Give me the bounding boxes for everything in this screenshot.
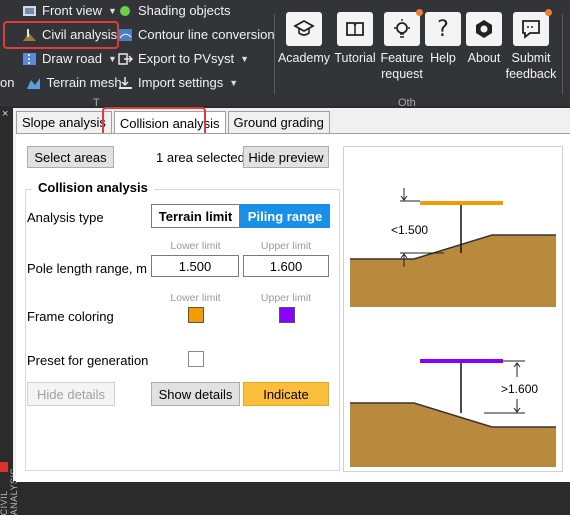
arrow-up-icon [513,362,521,377]
terrain-shape [350,235,556,307]
submit-feedback-label: Submit feedback [504,50,558,82]
front-view-button[interactable]: Front view ▼ [22,3,117,18]
upper-limit-frame [420,359,503,363]
hide-details-button[interactable]: Hide details [27,382,115,406]
lower-color-swatch[interactable] [188,307,204,323]
preview-area: <1.500 >1.600 [343,146,563,472]
upper-color-swatch[interactable] [279,307,295,323]
collision-analysis-group [25,189,340,471]
tutorial-label: Tutorial [334,51,376,65]
tab-ground-grading[interactable]: Ground grading [227,111,330,133]
chevron-down-icon: ▼ [229,77,239,88]
cut-off-label: on [0,75,15,90]
feature-request-line2: request [381,67,423,81]
contour-line-button[interactable]: Contour line conversion [118,27,275,42]
tab-slope-analysis[interactable]: Slope analysis [16,111,112,133]
side-panel-strip: × CIVIL ANALYSIS [0,106,19,515]
draw-road-icon [22,52,37,66]
upper-limit-caption: Upper limit [260,240,312,252]
notification-badge [416,9,423,16]
chevron-down-icon: ▼ [107,53,117,64]
terrain-mesh-button[interactable]: on Terrain mesh [0,75,122,90]
pole-upper-limit-input[interactable]: 1.600 [243,255,329,277]
academy-label: Academy [277,51,331,65]
arrow-down-icon [400,188,408,201]
notification-badge [545,9,552,16]
bulb-icon [394,19,410,38]
question-icon: ? [437,16,449,42]
feature-request-button[interactable] [384,12,420,46]
ribbon-divider [562,14,563,94]
import-icon [118,76,133,90]
civil-analysis-highlight [3,21,119,49]
contour-line-icon [118,28,133,42]
selection-status: 1 area selected [156,150,245,165]
preview-diagram [350,188,556,467]
tutorial-button[interactable] [337,12,373,46]
about-button[interactable] [466,12,502,46]
terrain-limit-option[interactable]: Terrain limit [151,204,240,228]
draw-road-label: Draw road [42,51,102,66]
academy-button[interactable] [286,12,322,46]
import-settings-button[interactable]: Import settings ▼ [118,75,238,90]
export-icon [118,52,134,66]
terrain-shape [350,403,556,467]
preset-label: Preset for generation [27,353,149,368]
draw-road-button[interactable]: Draw road ▼ [22,51,117,66]
lower-limit-caption: Lower limit [170,240,221,252]
group-title: Collision analysis [32,180,154,195]
about-icon [476,20,492,38]
select-areas-button[interactable]: Select areas [27,146,114,168]
shading-objects-button[interactable]: Shading objects [118,3,231,18]
upper-limit-annotation: >1.600 [501,382,539,396]
import-settings-label: Import settings [138,75,224,90]
export-pvsyst-button[interactable]: Export to PVsyst ▼ [118,51,249,66]
feedback-icon [522,20,540,39]
pole-lower-limit-input[interactable]: 1.500 [151,255,239,277]
frame-coloring-label: Frame coloring [27,309,114,324]
tutorial-icon [346,22,364,36]
hide-preview-button[interactable]: Hide preview [243,146,329,168]
upper-limit-caption: Upper limit [260,292,312,304]
lower-limit-caption: Lower limit [170,292,221,304]
front-view-icon [22,4,37,18]
lower-limit-annotation: <1.500 [391,223,429,237]
shading-objects-label: Shading objects [138,3,231,18]
chevron-down-icon: ▼ [240,53,250,64]
piling-range-option[interactable]: Piling range [240,204,330,228]
terrain-mesh-label: Terrain mesh [46,75,122,90]
analysis-type-label: Analysis type [27,210,104,225]
academy-icon [293,19,315,36]
submit-feedback-line2: feedback [505,67,557,81]
show-details-button[interactable]: Show details [151,382,240,406]
feature-request-label: Feature request [376,50,428,82]
lower-limit-frame [420,201,503,205]
arrow-down-icon [513,399,521,413]
help-button[interactable]: ? [425,12,461,46]
submit-feedback-button[interactable] [513,12,549,46]
terrain-mesh-icon [26,76,41,90]
close-icon[interactable]: × [2,108,8,120]
pole-length-label: Pole length range, m [27,261,147,276]
front-view-label: Front view [42,3,102,18]
ribbon: Front view ▼ Civil analysis Draw road ▼ … [0,0,570,109]
app-logo-icon [0,462,8,472]
export-pvsyst-label: Export to PVsyst [138,51,235,66]
contour-line-label: Contour line conversion [138,27,275,42]
shading-objects-icon [118,4,133,18]
about-label: About [467,51,501,65]
indicate-button[interactable]: Indicate [243,382,329,406]
ribbon-divider [274,14,275,94]
chevron-down-icon: ▼ [107,5,117,16]
preset-checkbox[interactable] [188,351,204,367]
feature-request-line1: Feature [380,51,424,65]
help-label: Help [430,51,456,65]
submit-feedback-line1: Submit [511,51,551,65]
